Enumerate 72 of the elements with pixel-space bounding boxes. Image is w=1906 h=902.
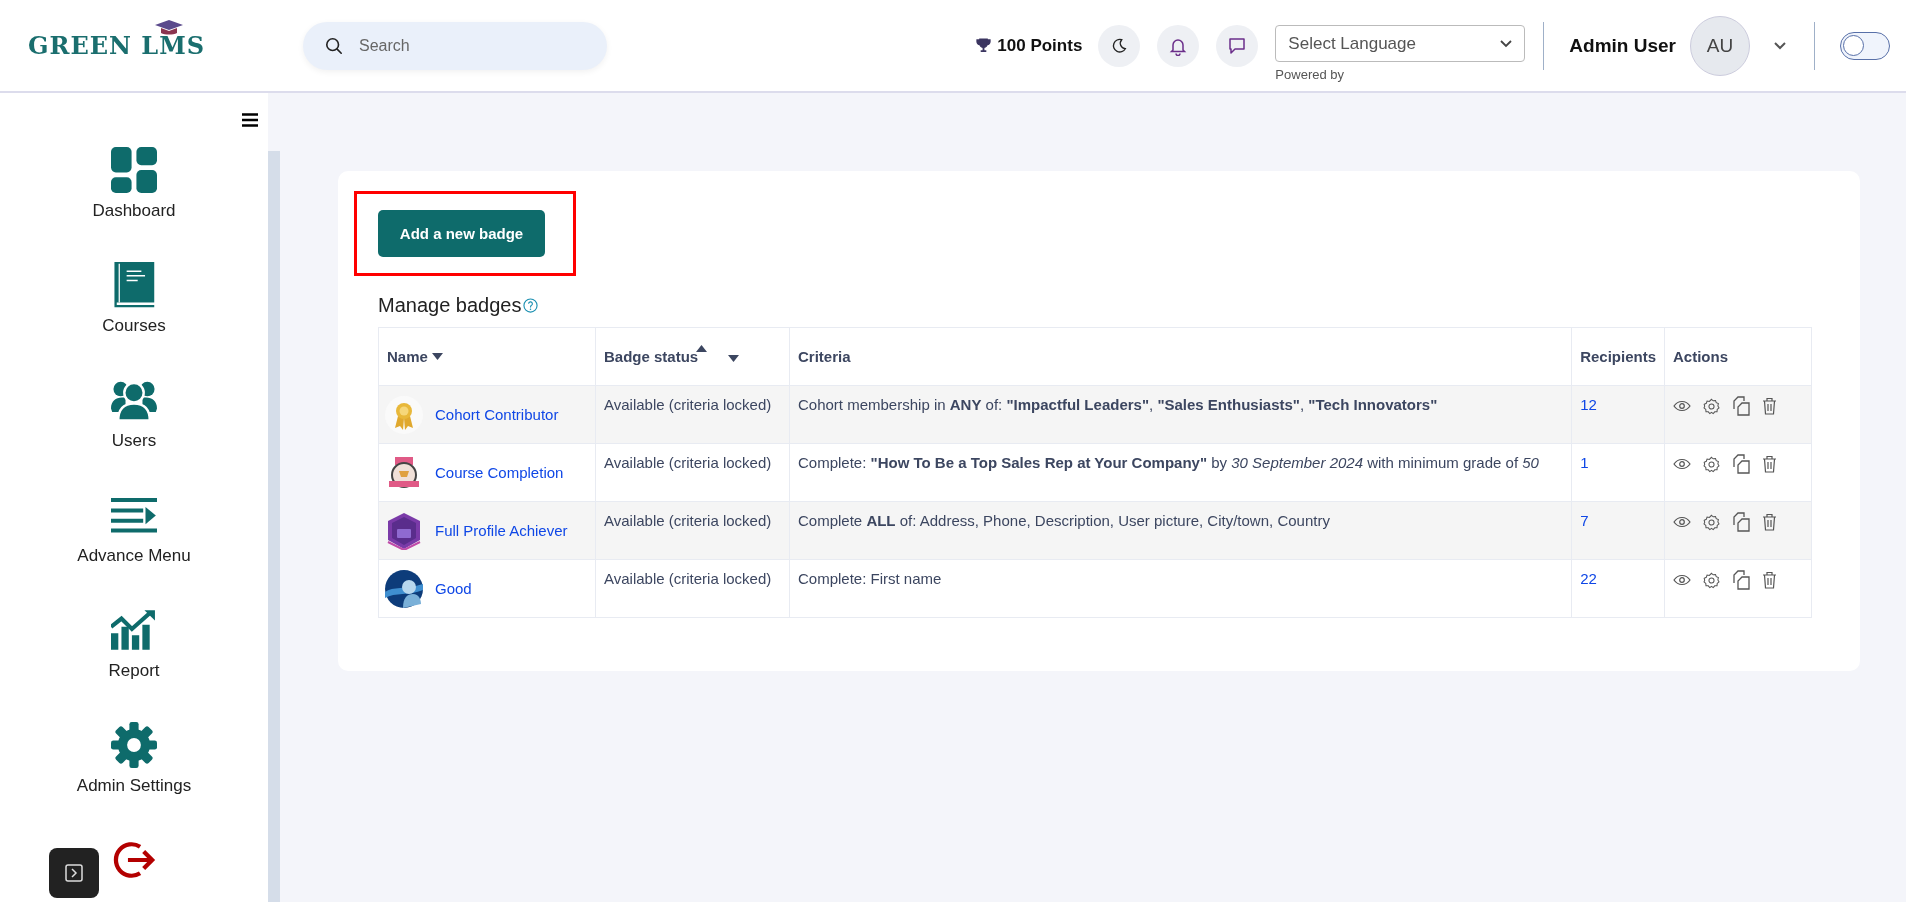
powered-by-label: Powered by	[1275, 67, 1345, 82]
scrollbar[interactable]	[268, 151, 280, 902]
badge-name-link[interactable]: Good	[435, 580, 472, 597]
copy-icon[interactable]	[1732, 570, 1750, 590]
badge-name-link[interactable]: Cohort Contributor	[435, 406, 559, 423]
sort-down-icon[interactable]	[728, 355, 739, 362]
badge-name-link[interactable]: Course Completion	[435, 464, 564, 481]
criteria-text: Complete: First name	[798, 570, 942, 587]
book-icon[interactable]	[111, 262, 157, 308]
settings-icon[interactable]	[1703, 397, 1720, 415]
help-icon[interactable]	[523, 298, 539, 313]
chart-growth-icon[interactable]	[111, 607, 157, 653]
column-label[interactable]: Recipients	[1580, 348, 1656, 365]
eye-icon[interactable]	[1673, 400, 1691, 412]
copy-icon[interactable]	[1732, 454, 1750, 474]
gear-icon[interactable]	[111, 722, 157, 768]
badge-name-link[interactable]: Full Profile Achiever	[435, 522, 568, 539]
eye-icon[interactable]	[1673, 574, 1691, 586]
copy-icon[interactable]	[1732, 396, 1750, 416]
status-text: Available (criteria locked)	[604, 396, 772, 413]
chevron-square-icon	[64, 863, 84, 883]
status-text: Available (criteria locked)	[604, 570, 772, 587]
criteria-text: Complete ALL of: Address, Phone, Description, User picture, City/town, Country	[798, 512, 1330, 529]
settings-icon[interactable]	[1703, 513, 1720, 531]
eye-icon[interactable]	[1673, 516, 1691, 528]
trophy-icon	[976, 38, 992, 53]
nav-label[interactable]: Admin Settings	[76, 776, 192, 796]
search-icon	[325, 36, 343, 55]
trash-icon[interactable]	[1762, 513, 1777, 531]
dashboard-icon[interactable]	[111, 147, 157, 193]
trash-icon[interactable]	[1762, 455, 1777, 473]
user-avatar[interactable]: AU	[1690, 15, 1750, 76]
theme-toggle[interactable]	[1840, 31, 1890, 60]
trash-icon[interactable]	[1762, 571, 1777, 589]
user-name: Admin User	[1569, 34, 1676, 57]
status-text: Available (criteria locked)	[604, 512, 772, 529]
language-select[interactable]: Select Language	[1275, 25, 1526, 62]
chevron-down-icon[interactable]	[1774, 41, 1786, 50]
eye-icon[interactable]	[1673, 458, 1691, 470]
column-label[interactable]: Actions	[1673, 348, 1728, 365]
recipients-link[interactable]: 7	[1580, 512, 1589, 529]
logo: GREEN LMS	[28, 31, 206, 60]
trash-icon[interactable]	[1762, 397, 1777, 415]
criteria-text: Complete: "How To Be a Top Sales Rep at Your Company" by 30 September 2024 with minimum grade of 50	[798, 454, 1539, 471]
moon-icon	[1110, 36, 1129, 55]
sort-down-icon[interactable]	[431, 353, 443, 360]
expand-button[interactable]	[49, 848, 99, 898]
column-label[interactable]: Badge status	[604, 348, 699, 365]
nav-label[interactable]: Advance Menu	[77, 546, 191, 566]
recipients-link[interactable]: 1	[1580, 454, 1589, 471]
recipients-link[interactable]: 22	[1580, 570, 1597, 587]
search-field[interactable]: Search	[303, 21, 607, 70]
section-title: Manage badges	[378, 294, 522, 317]
settings-icon[interactable]	[1703, 571, 1720, 589]
recipients-link[interactable]: 12	[1580, 396, 1597, 413]
sort-up-icon[interactable]	[696, 345, 707, 352]
criteria-text: Cohort membership in ANY of: "Impactful Leaders", "Sales Enthusiasts", "Tech Innovators"	[798, 396, 1438, 413]
nav-label[interactable]: Courses	[102, 316, 166, 336]
nav-label[interactable]: Dashboard	[92, 201, 176, 221]
settings-icon[interactable]	[1703, 455, 1720, 473]
chat-bubble-icon	[1227, 35, 1248, 56]
nav-label[interactable]: Report	[108, 661, 160, 681]
graduation-cap-icon	[154, 19, 184, 35]
status-text: Available (criteria locked)	[604, 454, 772, 471]
nav-label[interactable]: Users	[111, 431, 157, 451]
points-label: 100 Points	[997, 35, 1083, 56]
copy-icon[interactable]	[1732, 512, 1750, 532]
column-label[interactable]: Criteria	[798, 348, 851, 365]
chevron-down-icon	[1500, 39, 1513, 48]
column-label[interactable]: Name	[387, 348, 428, 365]
add-badge-button[interactable]: Add a new badge	[378, 210, 545, 257]
menu-icon[interactable]	[242, 113, 258, 127]
